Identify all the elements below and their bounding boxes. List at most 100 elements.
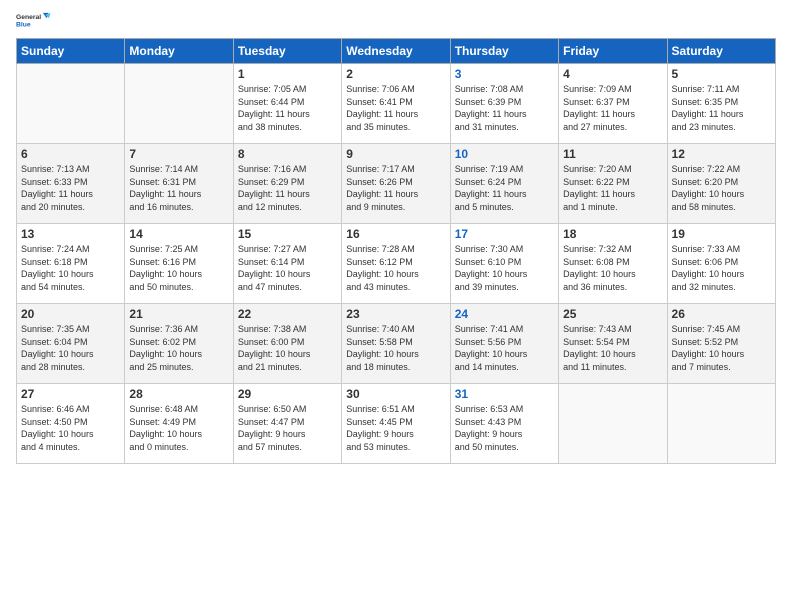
day-number: 4 — [563, 67, 662, 81]
day-details: Sunrise: 7:30 AMSunset: 6:10 PMDaylight:… — [455, 243, 554, 293]
calendar-cell: 22 Sunrise: 7:38 AMSunset: 6:00 PMDayligh… — [233, 304, 341, 384]
day-number: 19 — [672, 227, 771, 241]
calendar-cell: 25 Sunrise: 7:43 AMSunset: 5:54 PMDayligh… — [559, 304, 667, 384]
calendar-cell: 26Sunrise: 7:45 AMSunset: 5:52 PMDayligh… — [667, 304, 775, 384]
calendar-cell: 10Sunrise: 7:19 AMSunset: 6:24 PMDayligh… — [450, 144, 558, 224]
day-header-thursday: Thursday — [450, 39, 558, 64]
day-details: Sunrise: 7:20 AMSunset: 6:22 PMDaylight:… — [563, 163, 662, 213]
day-header-friday: Friday — [559, 39, 667, 64]
day-details: Sunrise: 6:48 AMSunset: 4:49 PMDaylight:… — [129, 403, 228, 453]
day-details: Sunrise: 7:16 AMSunset: 6:29 PMDaylight:… — [238, 163, 337, 213]
calendar-cell: 18 Sunrise: 7:32 AMSunset: 6:08 PMDayligh… — [559, 224, 667, 304]
day-details: Sunrise: 7:05 AMSunset: 6:44 PMDaylight:… — [238, 83, 337, 133]
day-details: Sunrise: 6:46 AMSunset: 4:50 PMDaylight:… — [21, 403, 120, 453]
calendar-cell: 15Sunrise: 7:27 AMSunset: 6:14 PMDayligh… — [233, 224, 341, 304]
day-number: 14 — [129, 227, 228, 241]
day-details: Sunrise: 7:11 AMSunset: 6:35 PMDaylight:… — [672, 83, 771, 133]
calendar-cell — [125, 64, 233, 144]
day-details: Sunrise: 7:09 AMSunset: 6:37 PMDaylight:… — [563, 83, 662, 133]
day-number: 24 — [455, 307, 554, 321]
calendar-week-2: 6 Sunrise: 7:13 AMSunset: 6:33 PMDaylight… — [17, 144, 776, 224]
day-number: 18 — [563, 227, 662, 241]
day-details: Sunrise: 7:22 AMSunset: 6:20 PMDaylight:… — [672, 163, 771, 213]
calendar-cell: 31Sunrise: 6:53 AMSunset: 4:43 PMDayligh… — [450, 384, 558, 464]
calendar-cell: 21Sunrise: 7:36 AMSunset: 6:02 PMDayligh… — [125, 304, 233, 384]
day-number: 17 — [455, 227, 554, 241]
calendar-cell: 5 Sunrise: 7:11 AMSunset: 6:35 PMDaylight… — [667, 64, 775, 144]
day-number: 22 — [238, 307, 337, 321]
calendar-cell: 20Sunrise: 7:35 AMSunset: 6:04 PMDayligh… — [17, 304, 125, 384]
calendar-cell: 19 Sunrise: 7:33 AMSunset: 6:06 PMDayligh… — [667, 224, 775, 304]
day-details: Sunrise: 7:40 AMSunset: 5:58 PMDaylight:… — [346, 323, 445, 373]
calendar-cell — [559, 384, 667, 464]
day-details: Sunrise: 7:45 AMSunset: 5:52 PMDaylight:… — [672, 323, 771, 373]
day-details: Sunrise: 7:06 AMSunset: 6:41 PMDaylight:… — [346, 83, 445, 133]
day-details: Sunrise: 7:13 AMSunset: 6:33 PMDaylight:… — [21, 163, 120, 213]
day-number: 20 — [21, 307, 120, 321]
header: GeneralBlue — [16, 10, 776, 32]
day-details: Sunrise: 7:19 AMSunset: 6:24 PMDaylight:… — [455, 163, 554, 213]
day-number: 7 — [129, 147, 228, 161]
calendar-cell — [17, 64, 125, 144]
calendar-cell: 11 Sunrise: 7:20 AMSunset: 6:22 PMDayligh… — [559, 144, 667, 224]
calendar-cell: 3 Sunrise: 7:08 AMSunset: 6:39 PMDaylight… — [450, 64, 558, 144]
calendar-cell — [667, 384, 775, 464]
day-number: 25 — [563, 307, 662, 321]
calendar-cell: 17 Sunrise: 7:30 AMSunset: 6:10 PMDayligh… — [450, 224, 558, 304]
day-details: Sunrise: 7:14 AMSunset: 6:31 PMDaylight:… — [129, 163, 228, 213]
day-header-tuesday: Tuesday — [233, 39, 341, 64]
day-number: 27 — [21, 387, 120, 401]
day-details: Sunrise: 7:33 AMSunset: 6:06 PMDaylight:… — [672, 243, 771, 293]
calendar-week-1: 1 Sunrise: 7:05 AMSunset: 6:44 PMDaylight… — [17, 64, 776, 144]
day-number: 11 — [563, 147, 662, 161]
calendar-cell: 6 Sunrise: 7:13 AMSunset: 6:33 PMDaylight… — [17, 144, 125, 224]
calendar-cell: 30 Sunrise: 6:51 AMSunset: 4:45 PMDayligh… — [342, 384, 450, 464]
day-details: Sunrise: 6:51 AMSunset: 4:45 PMDaylight:… — [346, 403, 445, 453]
day-details: Sunrise: 7:24 AMSunset: 6:18 PMDaylight:… — [21, 243, 120, 293]
day-details: Sunrise: 7:43 AMSunset: 5:54 PMDaylight:… — [563, 323, 662, 373]
calendar-table: SundayMondayTuesdayWednesdayThursdayFrid… — [16, 38, 776, 464]
day-number: 3 — [455, 67, 554, 81]
day-number: 12 — [672, 147, 771, 161]
day-details: Sunrise: 7:32 AMSunset: 6:08 PMDaylight:… — [563, 243, 662, 293]
calendar-cell: 24 Sunrise: 7:41 AMSunset: 5:56 PMDayligh… — [450, 304, 558, 384]
calendar-week-4: 20Sunrise: 7:35 AMSunset: 6:04 PMDayligh… — [17, 304, 776, 384]
day-details: Sunrise: 7:25 AMSunset: 6:16 PMDaylight:… — [129, 243, 228, 293]
calendar-cell: 16 Sunrise: 7:28 AMSunset: 6:12 PMDayligh… — [342, 224, 450, 304]
day-header-wednesday: Wednesday — [342, 39, 450, 64]
day-details: Sunrise: 7:08 AMSunset: 6:39 PMDaylight:… — [455, 83, 554, 133]
svg-text:Blue: Blue — [16, 21, 31, 28]
day-details: Sunrise: 7:36 AMSunset: 6:02 PMDaylight:… — [129, 323, 228, 373]
calendar-cell: 12 Sunrise: 7:22 AMSunset: 6:20 PMDayligh… — [667, 144, 775, 224]
day-details: Sunrise: 7:38 AMSunset: 6:00 PMDaylight:… — [238, 323, 337, 373]
page: GeneralBlue SundayMondayTuesdayWednesday… — [0, 0, 792, 612]
day-details: Sunrise: 6:50 AMSunset: 4:47 PMDaylight:… — [238, 403, 337, 453]
day-header-monday: Monday — [125, 39, 233, 64]
day-number: 8 — [238, 147, 337, 161]
day-number: 1 — [238, 67, 337, 81]
day-header-sunday: Sunday — [17, 39, 125, 64]
calendar-cell: 7 Sunrise: 7:14 AMSunset: 6:31 PMDaylight… — [125, 144, 233, 224]
day-number: 30 — [346, 387, 445, 401]
day-number: 23 — [346, 307, 445, 321]
svg-text:General: General — [16, 14, 41, 21]
calendar-cell: 27 Sunrise: 6:46 AMSunset: 4:50 PMDayligh… — [17, 384, 125, 464]
day-details: Sunrise: 7:41 AMSunset: 5:56 PMDaylight:… — [455, 323, 554, 373]
calendar-cell: 23 Sunrise: 7:40 AMSunset: 5:58 PMDayligh… — [342, 304, 450, 384]
calendar-week-5: 27 Sunrise: 6:46 AMSunset: 4:50 PMDayligh… — [17, 384, 776, 464]
calendar-cell: 28Sunrise: 6:48 AMSunset: 4:49 PMDayligh… — [125, 384, 233, 464]
calendar-cell: 1 Sunrise: 7:05 AMSunset: 6:44 PMDaylight… — [233, 64, 341, 144]
calendar-cell: 9Sunrise: 7:17 AMSunset: 6:26 PMDaylight… — [342, 144, 450, 224]
day-number: 5 — [672, 67, 771, 81]
calendar-cell: 2Sunrise: 7:06 AMSunset: 6:41 PMDaylight… — [342, 64, 450, 144]
calendar-cell: 29Sunrise: 6:50 AMSunset: 4:47 PMDayligh… — [233, 384, 341, 464]
day-number: 6 — [21, 147, 120, 161]
day-number: 15 — [238, 227, 337, 241]
calendar-cell: 13Sunrise: 7:24 AMSunset: 6:18 PMDayligh… — [17, 224, 125, 304]
calendar-header-row: SundayMondayTuesdayWednesdayThursdayFrid… — [17, 39, 776, 64]
day-number: 16 — [346, 227, 445, 241]
logo: GeneralBlue — [16, 10, 52, 32]
calendar-cell: 14 Sunrise: 7:25 AMSunset: 6:16 PMDayligh… — [125, 224, 233, 304]
day-details: Sunrise: 7:28 AMSunset: 6:12 PMDaylight:… — [346, 243, 445, 293]
day-number: 31 — [455, 387, 554, 401]
